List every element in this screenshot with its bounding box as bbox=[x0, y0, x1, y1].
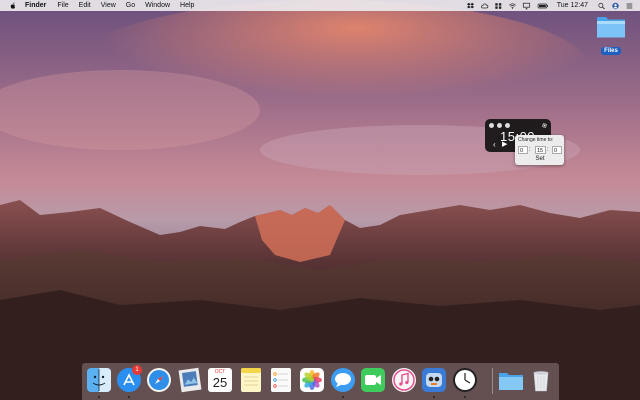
dock-calendar[interactable]: OCT 25 bbox=[207, 367, 233, 393]
popover-title: Change time to: bbox=[518, 137, 554, 143]
menu-go[interactable]: Go bbox=[126, 0, 135, 11]
app-store-badge: 1 bbox=[132, 365, 142, 375]
hours-field[interactable]: 0 bbox=[518, 146, 528, 154]
apple-menu-icon[interactable] bbox=[9, 2, 17, 10]
menu-clock[interactable]: Tue 12:47 bbox=[557, 0, 588, 11]
reminders-icon bbox=[271, 368, 291, 392]
cloud-icon[interactable] bbox=[480, 2, 489, 10]
folder-icon bbox=[597, 17, 625, 38]
dropbox-icon[interactable] bbox=[466, 2, 475, 10]
dock: 1 OCT 25 bbox=[82, 363, 559, 400]
dock-messages[interactable] bbox=[330, 367, 356, 393]
dock-downloads-folder[interactable] bbox=[498, 367, 524, 393]
folder-icon bbox=[499, 373, 523, 390]
notes-icon bbox=[241, 368, 261, 392]
safari-compass-icon bbox=[147, 368, 171, 392]
gear-icon[interactable] bbox=[541, 122, 548, 129]
preview-icon bbox=[178, 367, 202, 393]
user-icon[interactable] bbox=[611, 2, 620, 10]
photos-icon bbox=[300, 368, 324, 392]
change-time-popover: Change time to: 0 : 15 : 0 Set bbox=[515, 135, 564, 165]
tweetbot-icon bbox=[422, 368, 446, 392]
dock-separator bbox=[492, 368, 493, 394]
menu-app-name[interactable]: Finder bbox=[25, 0, 46, 11]
dock-notes[interactable] bbox=[238, 367, 264, 393]
dock-reminders[interactable] bbox=[268, 367, 294, 393]
finder-icon bbox=[87, 368, 111, 392]
desktop-files-label: Files bbox=[601, 47, 621, 55]
window-minimize-button[interactable] bbox=[497, 123, 502, 128]
notification-center-icon[interactable] bbox=[625, 2, 634, 10]
dock-tweetbot[interactable] bbox=[421, 367, 447, 393]
grid-icon[interactable] bbox=[494, 2, 503, 10]
dock-clock-app[interactable] bbox=[452, 367, 478, 393]
menu-bar: Finder File Edit View Go Window Help Tue… bbox=[0, 0, 640, 11]
menu-file[interactable]: File bbox=[57, 0, 68, 11]
desktop-files-folder[interactable]: Files bbox=[594, 13, 628, 57]
menu-help[interactable]: Help bbox=[180, 0, 194, 11]
hours-minutes-separator: : bbox=[529, 147, 531, 153]
facetime-icon bbox=[361, 368, 385, 392]
airplay-icon[interactable] bbox=[522, 2, 531, 10]
minutes-field[interactable]: 15 bbox=[535, 146, 546, 154]
dock-itunes[interactable] bbox=[391, 367, 417, 393]
desktop-wallpaper bbox=[0, 0, 640, 400]
itunes-icon bbox=[392, 368, 416, 392]
tweetbot-running-indicator bbox=[433, 396, 435, 398]
previous-button[interactable]: ‹ bbox=[493, 141, 496, 149]
spotlight-icon[interactable] bbox=[597, 2, 606, 10]
trash-icon bbox=[533, 371, 549, 392]
wifi-icon[interactable] bbox=[508, 2, 517, 10]
messages-running-indicator bbox=[342, 396, 344, 398]
dock-app-store[interactable]: 1 bbox=[116, 365, 142, 393]
dock-safari[interactable] bbox=[146, 367, 172, 393]
window-zoom-button[interactable] bbox=[505, 123, 510, 128]
seconds-field[interactable]: 0 bbox=[552, 146, 562, 154]
menu-window[interactable]: Window bbox=[145, 0, 170, 11]
app-store-running-indicator bbox=[128, 396, 130, 398]
messages-icon bbox=[331, 368, 355, 392]
menu-view[interactable]: View bbox=[101, 0, 116, 11]
minutes-seconds-separator: : bbox=[547, 147, 549, 153]
dock-finder[interactable] bbox=[86, 367, 112, 393]
dock-preview[interactable] bbox=[177, 367, 203, 393]
dock-facetime[interactable] bbox=[360, 367, 386, 393]
finder-running-indicator bbox=[98, 396, 100, 398]
clock-icon bbox=[453, 368, 477, 392]
calendar-day: 25 bbox=[212, 375, 228, 390]
window-close-button[interactable] bbox=[489, 123, 494, 128]
menu-edit[interactable]: Edit bbox=[79, 0, 91, 11]
play-button[interactable]: ▶ bbox=[502, 141, 507, 149]
set-button[interactable]: Set bbox=[532, 156, 548, 163]
dock-photos[interactable] bbox=[299, 367, 325, 393]
clock-app-running-indicator bbox=[464, 396, 466, 398]
dock-trash[interactable] bbox=[528, 367, 554, 393]
battery-icon[interactable] bbox=[536, 2, 550, 10]
